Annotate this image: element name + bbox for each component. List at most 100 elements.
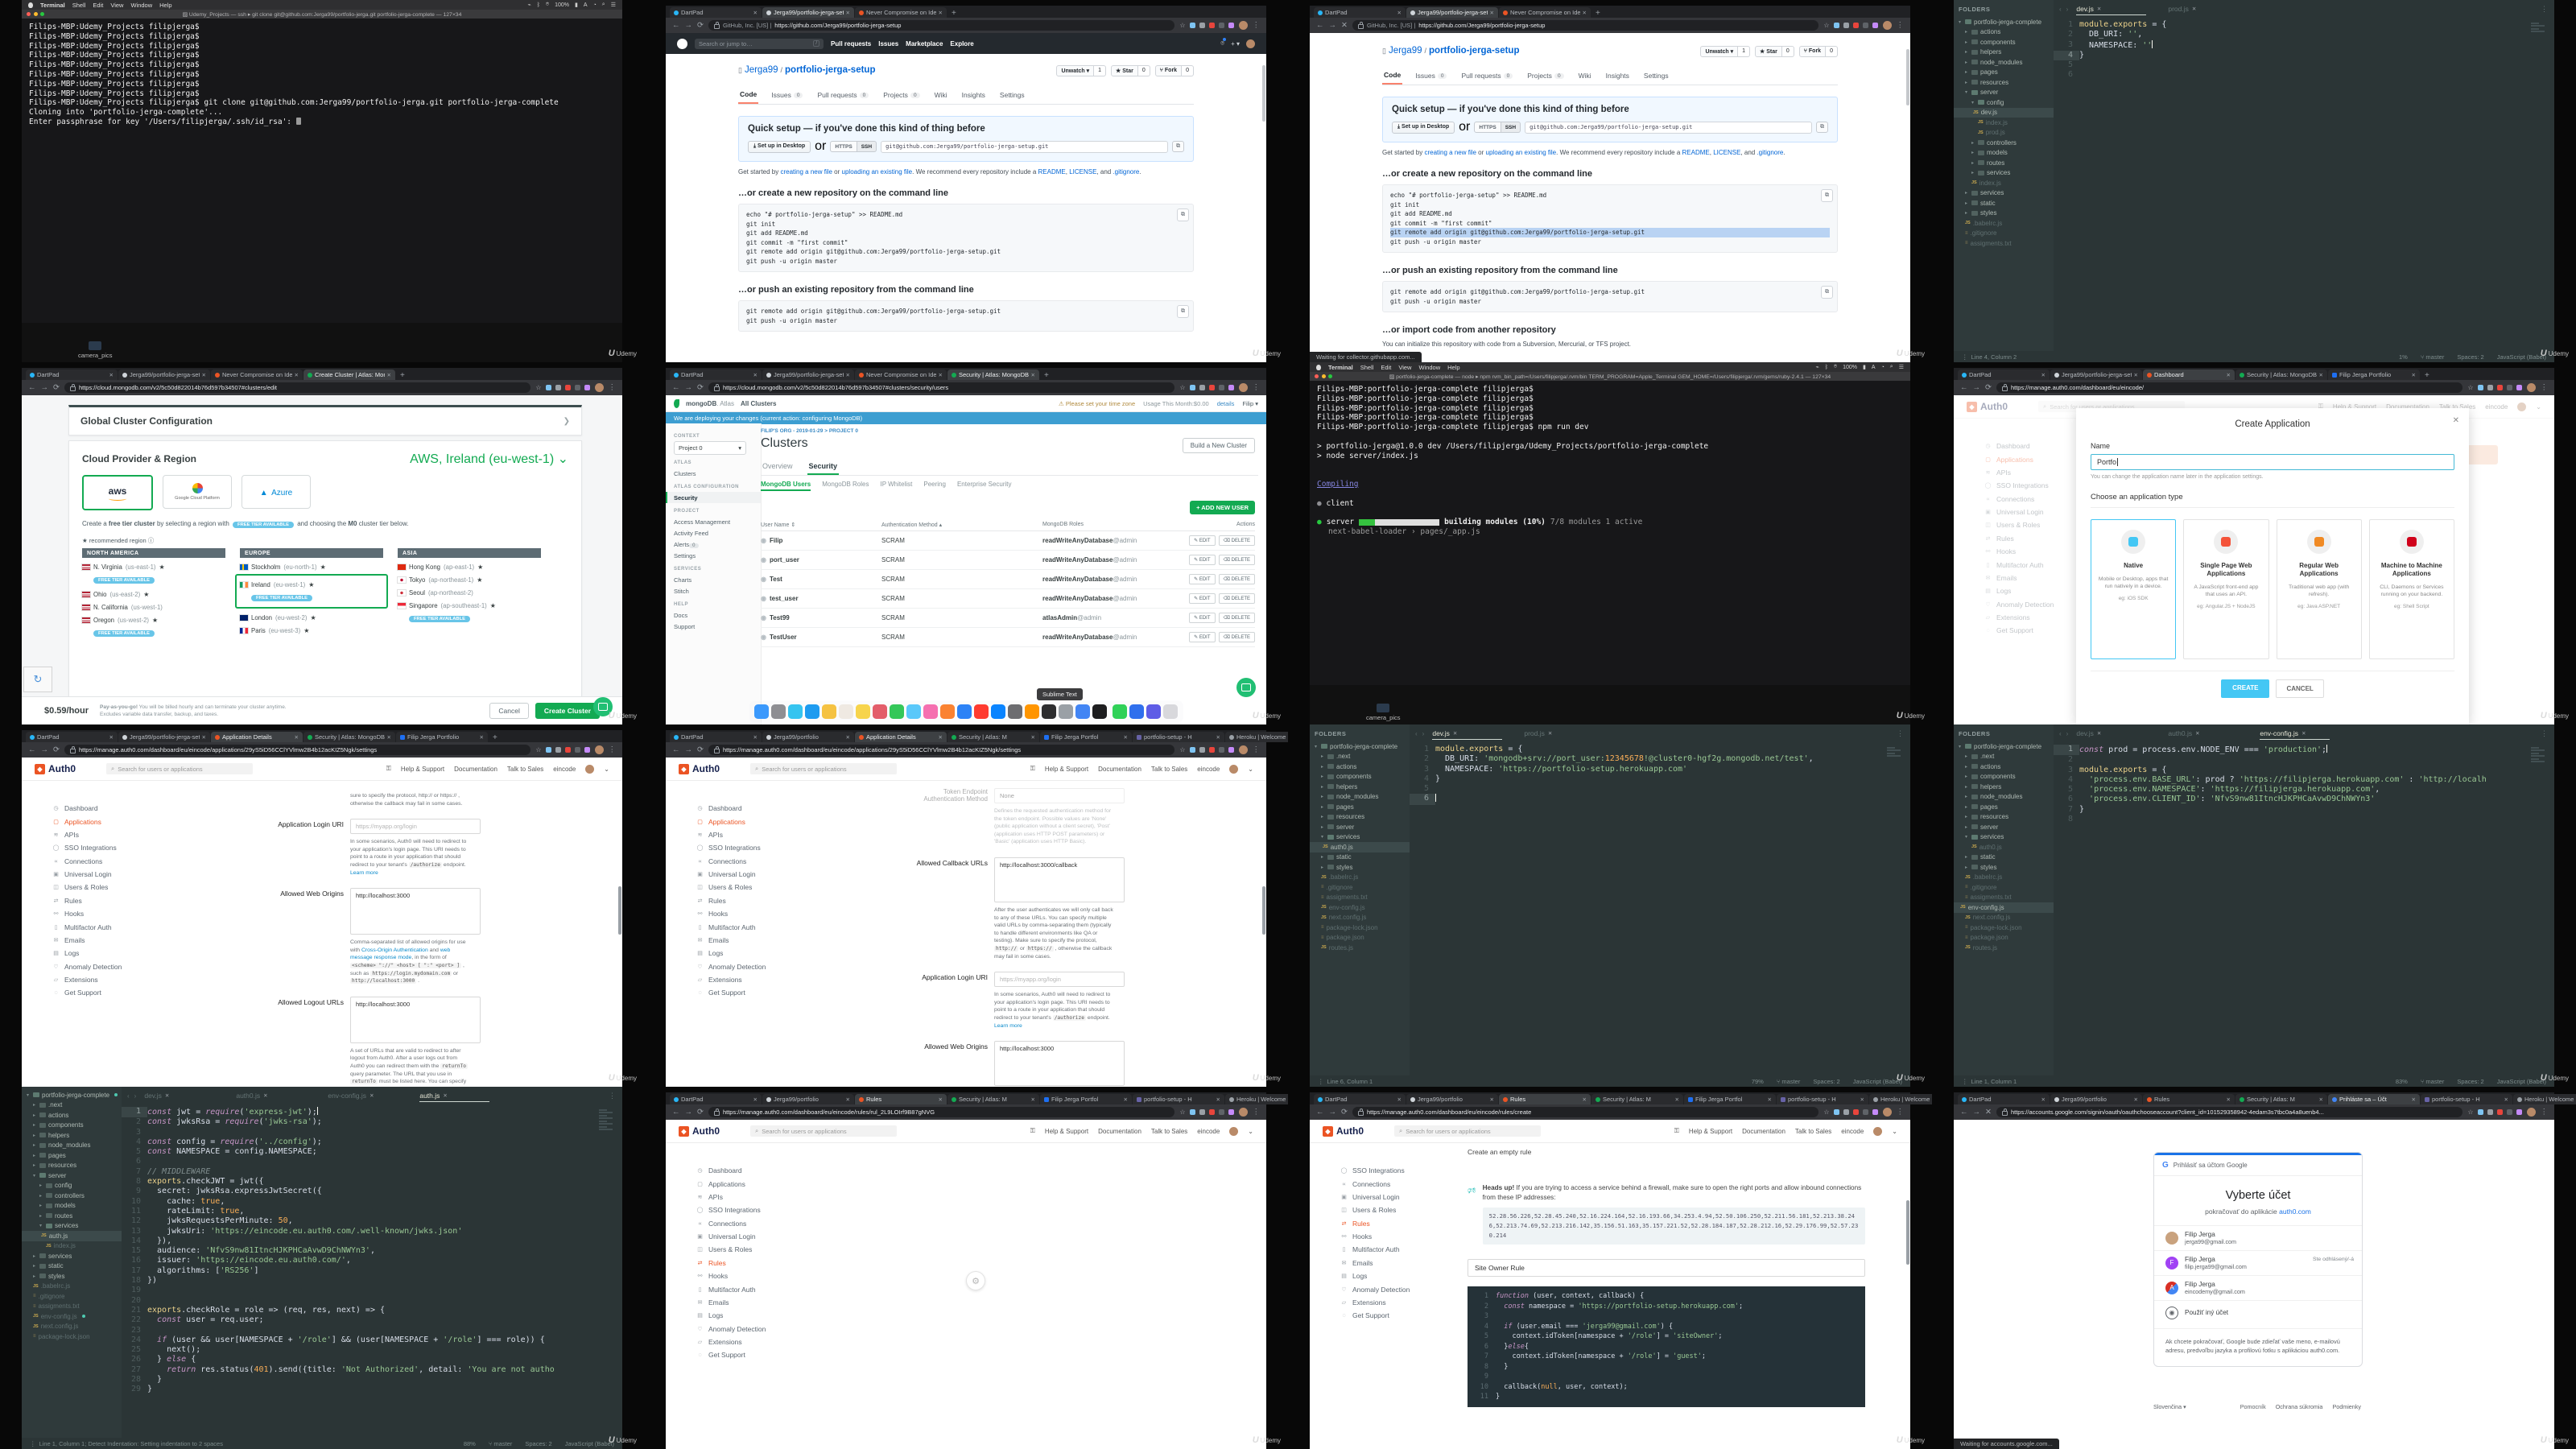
address-bar[interactable]: https://accounts.google.com/signin/oauth… bbox=[1996, 1107, 2462, 1117]
browser-tab[interactable]: portfolio-setup - H✕ bbox=[1133, 1094, 1224, 1104]
tree-folder[interactable]: ▾services bbox=[1315, 832, 1410, 843]
snowflake-extension-icon[interactable] bbox=[2478, 385, 2483, 390]
tree-folder[interactable]: ▾server bbox=[27, 1170, 122, 1181]
account-row[interactable]: AFilip Jergaeincodemy@gmail.com bbox=[2154, 1275, 2362, 1300]
tree-folder[interactable]: ▸server bbox=[1315, 822, 1410, 832]
allowed-web-origins-textarea[interactable]: http://localhost:3000 bbox=[350, 888, 481, 935]
tree-file[interactable]: ≡.gitignore bbox=[1315, 882, 1410, 893]
address-bar[interactable]: https://manage.auth0.com/dashboard/eu/ei… bbox=[708, 1107, 1174, 1117]
tree-file[interactable]: JSnext.config.js bbox=[1959, 913, 2054, 923]
tree-folder[interactable]: ▸components bbox=[1959, 37, 2054, 47]
sidebar-item-universal-login[interactable]: ▣Universal Login bbox=[52, 868, 142, 881]
snowflake-extension-icon[interactable] bbox=[2478, 1109, 2483, 1115]
tree-file[interactable]: JSenv-config.js bbox=[1315, 902, 1410, 913]
back-button[interactable]: ← bbox=[28, 383, 36, 392]
browser-tab[interactable]: portfolio-setup - H✕ bbox=[1133, 732, 1224, 742]
tree-file[interactable]: JSprod.js bbox=[1959, 128, 2054, 138]
sidebar-item-emails[interactable]: ✉Emails bbox=[696, 934, 786, 947]
reload-button[interactable]: ⟳ bbox=[697, 383, 704, 392]
description-link[interactable]: Learn more bbox=[350, 870, 378, 876]
dev-extension-icon[interactable] bbox=[1219, 747, 1224, 753]
browser-tab[interactable]: DartPad✕ bbox=[1958, 1094, 2050, 1104]
tree-folder[interactable]: ▸actions bbox=[1959, 27, 2054, 38]
sidebar-item-access-management[interactable]: Access Management bbox=[674, 516, 761, 527]
dock-app-icon[interactable] bbox=[991, 704, 1005, 719]
sidebar-item-universal-login[interactable]: ▣Universal Login bbox=[696, 1230, 786, 1243]
tree-file[interactable]: JSenv-config.js bbox=[1954, 902, 2054, 913]
sidebar-item-rules[interactable]: ⇄Rules bbox=[1340, 1217, 1430, 1230]
menu-shell[interactable]: Shell bbox=[1360, 364, 1374, 371]
sidebar-item-hooks[interactable]: ⚯Hooks bbox=[1340, 1230, 1430, 1243]
dock-app-icon[interactable] bbox=[1042, 704, 1056, 719]
browser-tab[interactable]: Security | Atlas: M✕ bbox=[1591, 1094, 1683, 1104]
setup-in-desktop-button[interactable]: ⤓ Set up in Desktop bbox=[1392, 122, 1455, 134]
code-area[interactable]: 1const jwt = require('express-jwt');2con… bbox=[122, 1104, 622, 1438]
browser-tab[interactable]: Jerga99/portfolio-jerga-setup✕ bbox=[118, 369, 210, 380]
reload-button[interactable]: ⟳ bbox=[53, 745, 60, 754]
new-tab-button[interactable]: + bbox=[1044, 371, 1049, 380]
dock-app-icon[interactable] bbox=[957, 704, 972, 719]
header-link-help-&-support[interactable]: Help & Support bbox=[1045, 1128, 1088, 1135]
sidebar-item-support[interactable]: Support bbox=[674, 621, 761, 632]
repo-tab-wiki[interactable]: Wiki bbox=[933, 86, 949, 104]
editor-tab[interactable]: dev.js✕ bbox=[2070, 724, 2162, 742]
tree-file[interactable]: JSauth.js bbox=[22, 1231, 122, 1241]
forward-button[interactable]: → bbox=[1329, 21, 1337, 30]
editor-tab[interactable]: auth0.js✕ bbox=[2162, 724, 2254, 742]
dock-app-icon[interactable] bbox=[940, 704, 955, 719]
tree-file[interactable]: ≡.gitignore bbox=[1959, 882, 2054, 893]
menu-window[interactable]: Window bbox=[130, 2, 152, 9]
browser-tab[interactable]: Rules✕ bbox=[2143, 1094, 2235, 1104]
v-extension-icon[interactable] bbox=[1228, 1109, 1234, 1115]
dev-extension-icon[interactable] bbox=[575, 747, 580, 753]
github-nav-issues[interactable]: Issues bbox=[878, 40, 898, 47]
header-link-help-&-support[interactable]: Help & Support bbox=[401, 766, 444, 773]
tree-file[interactable]: JSroutes.js bbox=[1315, 943, 1410, 953]
reload-button[interactable]: ⟳ bbox=[1341, 1108, 1348, 1117]
subtab-mongodb-users[interactable]: MongoDB Users bbox=[761, 481, 811, 491]
tree-folder[interactable]: ▸models bbox=[1959, 148, 2054, 159]
tree-folder[interactable]: ▸styles bbox=[27, 1271, 122, 1282]
region-row[interactable]: Seoul (ap-northeast-2) bbox=[398, 589, 541, 597]
header-link-documentation[interactable]: Documentation bbox=[1098, 1128, 1141, 1135]
browser-tab[interactable]: portfolio-setup - H✕ bbox=[1777, 1094, 1868, 1104]
code-area[interactable]: 1module.exports = {2 DB_URI: 'mongodb+sr… bbox=[1410, 742, 1910, 1075]
sidebar-item-hooks[interactable]: ⚯Hooks bbox=[696, 907, 786, 920]
browser-tab[interactable]: Jerga99/portfolio-jerga-setup✕ bbox=[2050, 369, 2142, 380]
sidebar-item-users-roles[interactable]: ◫Users & Roles bbox=[52, 881, 142, 894]
dock-app-icon[interactable] bbox=[1163, 704, 1178, 719]
description-link[interactable]: Learn more bbox=[994, 1023, 1022, 1029]
cancel-button[interactable]: CANCEL bbox=[2276, 679, 2323, 698]
region-row[interactable]: Ireland (eu-west-1) ★FREE TIER AVAILABLE bbox=[235, 574, 388, 609]
sidebar-item-applications[interactable]: ▢Applications bbox=[52, 815, 142, 828]
tree-folder[interactable]: ▾services bbox=[27, 1221, 122, 1232]
sidebar-item-extensions[interactable]: ▱Extensions bbox=[696, 1335, 786, 1348]
region-row[interactable]: Ohio (us-east-2) ★ bbox=[82, 591, 225, 598]
browser-tab[interactable]: Never Compromise on Identit✕ bbox=[1499, 7, 1591, 18]
tree-folder[interactable]: ▸node_modules bbox=[1315, 792, 1410, 803]
back-button[interactable]: ← bbox=[1960, 383, 1968, 392]
tree-folder[interactable]: ▸static bbox=[1959, 198, 2054, 208]
browser-tab[interactable]: Rules✕ bbox=[1499, 1094, 1591, 1104]
delete-button[interactable]: ⌫ DELETE bbox=[1219, 555, 1256, 565]
sidebar-item-multifactor-auth[interactable]: ▯Multifactor Auth bbox=[696, 920, 786, 933]
tree-folder[interactable]: ▸resources bbox=[1959, 812, 2054, 823]
browser-tab[interactable]: DartPad✕ bbox=[670, 1094, 762, 1104]
sidebar-item-docs[interactable]: Docs bbox=[674, 609, 761, 621]
browser-tab[interactable]: DartPad✕ bbox=[1314, 7, 1406, 18]
dock-app-icon[interactable] bbox=[906, 704, 921, 719]
v-extension-icon[interactable] bbox=[2516, 1109, 2522, 1115]
tree-folder[interactable]: ▸.next bbox=[27, 1100, 122, 1111]
region-row[interactable]: Paris (eu-west-3) ★ bbox=[240, 627, 383, 634]
help-link[interactable]: uploading an existing file bbox=[842, 168, 913, 175]
tree-folder[interactable]: ▸controllers bbox=[1959, 138, 2054, 148]
editor-tab[interactable]: prod.js✕ bbox=[1518, 724, 1610, 742]
sidebar-item-get-support[interactable]: ◌Get Support bbox=[696, 1348, 786, 1361]
tree-file[interactable]: JSroutes.js bbox=[1959, 943, 2054, 953]
tree-folder[interactable]: ▸components bbox=[1315, 772, 1410, 782]
back-button[interactable]: ← bbox=[672, 1108, 680, 1117]
meet-extension-icon[interactable] bbox=[555, 747, 561, 753]
allowed-callback-urls-textarea[interactable]: http://localhost:3000/callback bbox=[994, 857, 1125, 902]
browser-tab[interactable]: Filip Jerga Portfolio✕ bbox=[2328, 369, 2420, 380]
repo-tab-insights[interactable]: Insights bbox=[960, 86, 987, 104]
